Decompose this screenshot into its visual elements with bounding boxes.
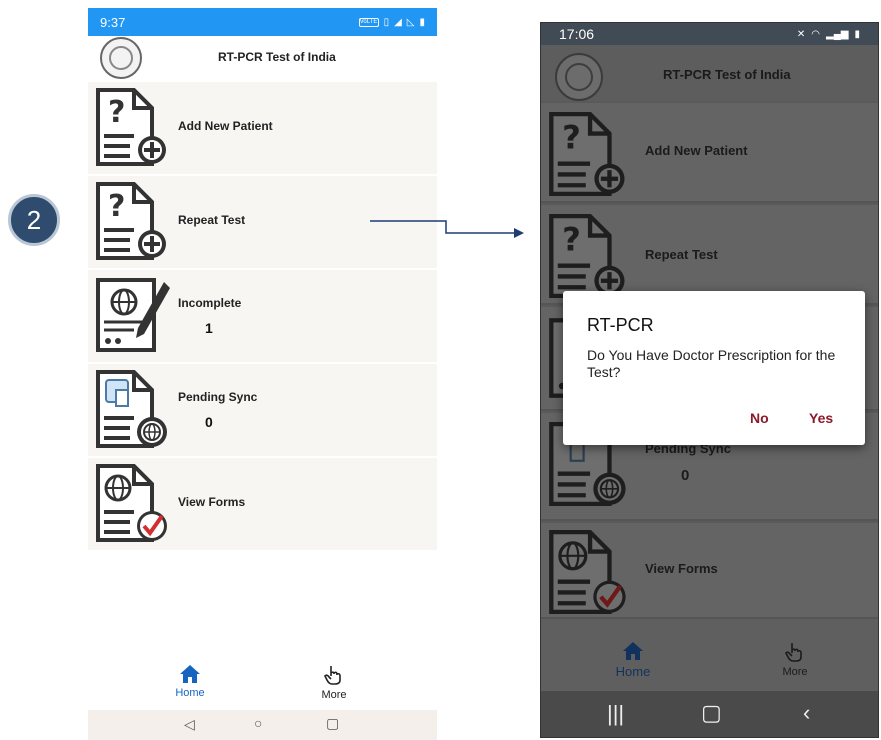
bottom-nav: Home More (88, 660, 437, 710)
wifi-icon: ◠ (811, 28, 821, 40)
dialog-yes-button[interactable]: Yes (809, 410, 833, 426)
menu-item-add-new-patient[interactable]: ? Add New Patient (541, 103, 878, 203)
home-nav-icon[interactable]: ○ (254, 715, 262, 731)
svg-text:?: ? (108, 95, 125, 130)
wifi-off-icon: ◺ (406, 16, 415, 28)
emblem-logo (555, 53, 603, 101)
home-icon (180, 665, 200, 683)
menu-item-add-new-patient[interactable]: ? Add New Patient (88, 82, 437, 174)
pending-sync-count: 0 (681, 467, 690, 484)
signal-icon: ◢ (394, 16, 402, 28)
battery-icon: ▮ (854, 28, 860, 40)
status-bar: 9:37 VoLTE ▯ ◢ ◺ ▮ (88, 8, 437, 36)
nav-home-button[interactable]: Home (160, 664, 220, 699)
signal-icon: ▂▄▆ (826, 28, 849, 40)
status-icons: ✕ ◠ ▂▄▆ ▮ (797, 29, 860, 40)
svg-text:?: ? (108, 189, 125, 224)
app-bar: RT-PCR Test of India (541, 45, 878, 101)
system-navigation-bar: ◁ ○ ▢ (88, 710, 437, 740)
flow-arrow-icon (370, 220, 524, 238)
svg-text:?: ? (562, 221, 581, 259)
nav-more-button[interactable]: More (304, 664, 364, 701)
hand-pointer-icon (785, 643, 802, 662)
step-number-badge: 2 (8, 194, 60, 246)
home-icon (623, 642, 643, 660)
menu-label: Repeat Test (645, 247, 718, 262)
add-document-icon: ? (96, 88, 166, 166)
nav-more-label: More (782, 666, 808, 678)
sync-globe-icon (96, 370, 167, 448)
menu-label: View Forms (645, 561, 718, 576)
recents-nav-icon[interactable]: ▢ (326, 715, 339, 732)
dialog-no-button[interactable]: No (750, 410, 769, 426)
add-document-icon: ? (549, 214, 625, 298)
nav-home-label: Home (615, 664, 651, 679)
app-title: RT-PCR Test of India (663, 67, 791, 82)
home-nav-icon[interactable]: ▢ (701, 700, 722, 726)
vibrate-icon: ▯ (383, 16, 390, 28)
form-globe-pen-icon (96, 278, 170, 352)
menu-label: Repeat Test (178, 213, 246, 227)
menu-label: Incomplete (178, 296, 242, 310)
menu-item-repeat-test[interactable]: ? Repeat Test (541, 205, 878, 305)
menu-item-incomplete[interactable]: Incomplete 1 (88, 270, 437, 362)
back-nav-icon[interactable]: ‹ (803, 700, 810, 726)
system-navigation-bar: ||| ▢ ‹ (541, 691, 878, 737)
app-bar: RT-PCR Test of India (88, 36, 437, 80)
status-bar: 17:06 ✕ ◠ ▂▄▆ ▮ (541, 23, 878, 45)
menu-label: Pending Sync (178, 390, 258, 404)
menu-label: Add New Patient (178, 119, 273, 133)
nav-more-label: More (321, 689, 347, 701)
nav-more-button[interactable]: More (765, 641, 825, 678)
left-phone-screen: 9:37 VoLTE ▯ ◢ ◺ ▮ RT-PCR Test of India … (88, 8, 437, 740)
add-document-icon: ? (549, 112, 625, 196)
menu-item-view-forms[interactable]: View Forms (88, 458, 437, 550)
globe-checkmark-icon (549, 530, 626, 614)
globe-checkmark-icon (96, 464, 167, 542)
volte-icon: VoLTE (358, 17, 379, 27)
hand-pointer-icon (324, 666, 341, 685)
status-icons: VoLTE ▯ ◢ ◺ ▮ (358, 16, 425, 28)
menu-item-view-forms[interactable]: View Forms (541, 523, 878, 619)
svg-text:?: ? (562, 119, 581, 157)
status-time: 17:06 (559, 26, 595, 42)
pending-sync-count: 0 (205, 414, 213, 430)
battery-icon: ▮ (419, 16, 425, 28)
nav-home-button[interactable]: Home (603, 641, 663, 679)
back-nav-icon[interactable]: ◁ (184, 716, 195, 733)
status-time: 9:37 (100, 14, 126, 30)
add-document-icon: ? (96, 182, 166, 260)
prescription-dialog: RT-PCR Do You Have Doctor Prescription f… (563, 291, 865, 445)
dialog-message: Do You Have Doctor Prescription for the … (587, 347, 836, 380)
app-title: RT-PCR Test of India (218, 50, 336, 64)
dialog-title: RT-PCR (587, 315, 654, 335)
emblem-logo (100, 37, 142, 79)
menu-item-pending-sync[interactable]: Pending Sync 0 (88, 364, 437, 456)
incomplete-count: 1 (205, 320, 213, 336)
mute-icon: ✕ (796, 28, 806, 40)
nav-home-label: Home (175, 687, 205, 699)
recents-nav-icon[interactable]: ||| (607, 701, 624, 727)
menu-label: Add New Patient (645, 143, 748, 158)
menu-label: View Forms (178, 495, 246, 509)
bottom-nav: Home More (541, 619, 878, 691)
